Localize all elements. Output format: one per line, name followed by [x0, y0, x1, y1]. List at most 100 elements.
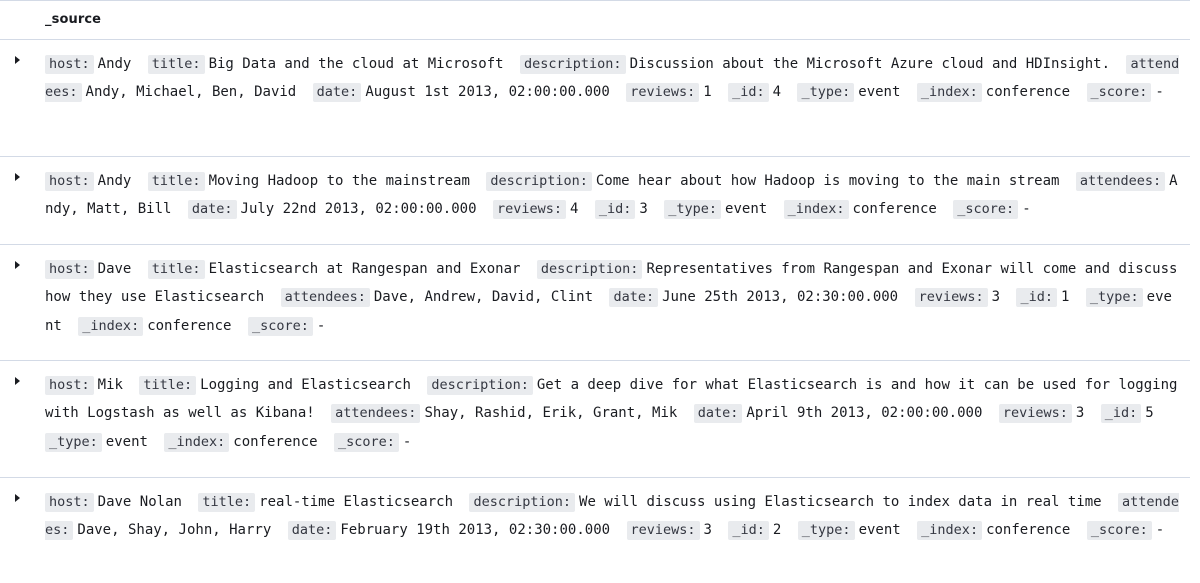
field-key: host: — [45, 260, 94, 279]
source-field: _type: event — [664, 200, 775, 220]
field-value: conference — [147, 317, 232, 334]
source-field: reviews: 3 — [998, 404, 1092, 424]
field-value: Discussion about the Microsoft Azure clo… — [629, 56, 1111, 72]
field-value: July 22nd 2013, 02:00:00.000 — [240, 201, 477, 218]
field-value: 1 — [1060, 289, 1070, 306]
field-key: _index: — [917, 521, 983, 541]
field-value: 1 — [703, 84, 712, 101]
field-key: _score: — [247, 316, 313, 336]
field-value: Shay, Rashid, Erik, Grant, Mik — [424, 405, 678, 422]
field-key: _score: — [1086, 521, 1152, 541]
source-field: _index: conference — [916, 83, 1078, 103]
field-value: 3 — [639, 201, 648, 218]
table-row: host: Dave Nolan title: real-time Elastics… — [0, 478, 1190, 583]
source-field: _score: - — [953, 200, 1038, 220]
field-value: Dave Nolan — [97, 494, 182, 510]
source-field: attendees: Dave, Andrew, David, Clint — [280, 288, 601, 308]
field-value: Big Data and the cloud at Microsoft — [208, 56, 504, 72]
field-key: date: — [187, 200, 237, 220]
field-key: date: — [609, 288, 659, 308]
field-key: host: — [45, 55, 94, 74]
expand-row-icon[interactable] — [12, 172, 24, 184]
field-key: host: — [45, 376, 94, 395]
source-field: _index: conference — [783, 200, 945, 220]
field-value: - — [402, 433, 412, 450]
field-key: _type: — [45, 432, 102, 452]
source-field: attendees: Shay, Rashid, Erik, Grant, Mik — [331, 404, 685, 424]
field-key: _id: — [728, 83, 769, 103]
expand-row-icon[interactable] — [12, 493, 24, 505]
field-value: 3 — [991, 289, 1001, 306]
source-field: description: Discussion about the Microso… — [520, 55, 1118, 74]
field-key: date: — [693, 404, 743, 424]
field-value: Andy, Michael, Ben, David — [85, 84, 297, 101]
field-value: Moving Hadoop to the mainstream — [208, 173, 470, 189]
source-field: _id: 5 — [1100, 404, 1162, 424]
field-value: Logging and Elasticsearch — [200, 377, 411, 393]
document-source: host: Mik title: Logging and Elasticsearch… — [45, 371, 1180, 456]
source-field: host: Andy — [45, 55, 139, 74]
table-row: host: Mik title: Logging and Elasticsearch… — [0, 361, 1190, 478]
field-value: conference — [233, 433, 318, 450]
field-value: August 1st 2013, 02:00:00.000 — [365, 84, 610, 101]
field-key: _index: — [783, 200, 849, 220]
field-key: attendees: — [280, 288, 370, 308]
field-value: event — [858, 84, 901, 101]
field-value: Dave — [97, 261, 132, 277]
field-key: _type: — [797, 521, 855, 541]
field-value: June 25th 2013, 02:30:00.000 — [662, 289, 899, 306]
field-key: reviews: — [626, 83, 700, 103]
source-field: date: June 25th 2013, 02:30:00.000 — [609, 288, 906, 308]
field-key: description: — [427, 376, 533, 395]
field-value: 2 — [772, 522, 782, 539]
field-value: 4 — [772, 84, 782, 101]
document-source: host: Dave Nolan title: real-time Elastics… — [45, 488, 1180, 545]
field-key: _index: — [78, 316, 144, 336]
source-field: _index: conference — [917, 521, 1078, 541]
field-value: 4 — [570, 201, 579, 218]
expand-row-icon[interactable] — [12, 376, 24, 388]
source-field: title: Elasticsearch at Rangespan and Exo… — [147, 260, 529, 279]
source-field: _id: 3 — [594, 200, 656, 220]
field-key: description: — [520, 55, 626, 74]
table-row: host: Andy title: Moving Hadoop to the mai… — [0, 157, 1190, 245]
document-source: host: Dave title: Elasticsearch at Rangesp… — [45, 255, 1180, 340]
source-field: _score: - — [1086, 521, 1172, 541]
source-field: date: August 1st 2013, 02:00:00.000 — [312, 83, 618, 103]
field-value: real-time Elasticsearch — [259, 494, 454, 510]
field-key: host: — [45, 172, 94, 191]
field-key: description: — [469, 493, 576, 512]
field-key: attendees: — [331, 404, 421, 424]
field-value: Elasticsearch at Rangespan and Exonar — [208, 261, 521, 277]
field-value: 3 — [1075, 405, 1085, 422]
source-field: description: We will discuss using Elasti… — [469, 493, 1109, 512]
source-field: _id: 2 — [728, 521, 789, 541]
field-value: event — [105, 433, 148, 450]
source-field: reviews: 3 — [914, 288, 1008, 308]
source-column-header[interactable]: _source — [45, 12, 101, 27]
source-field: _type: event — [797, 521, 909, 541]
source-field: date: February 19th 2013, 02:30:00.000 — [287, 521, 618, 541]
expand-row-icon[interactable] — [12, 55, 24, 67]
source-field: date: April 9th 2013, 02:00:00.000 — [693, 404, 991, 424]
document-source: host: Andy title: Moving Hadoop to the mai… — [45, 167, 1180, 224]
field-key: attendees: — [1075, 172, 1166, 191]
field-value: event — [858, 522, 901, 539]
field-key: host: — [45, 493, 94, 512]
field-key: _type: — [1085, 288, 1143, 308]
expand-row-icon[interactable] — [12, 260, 24, 272]
field-value: Dave, Shay, John, Harry — [77, 522, 272, 539]
field-key: reviews: — [998, 404, 1072, 424]
field-value: 5 — [1145, 405, 1154, 422]
field-value: - — [1022, 201, 1031, 218]
source-field: _id: 4 — [728, 83, 789, 103]
field-key: _id: — [1100, 404, 1142, 424]
field-key: _score: — [334, 432, 399, 452]
table-row: host: Dave title: Elasticsearch at Rangesp… — [0, 245, 1190, 361]
source-field: title: real-time Elasticsearch — [198, 493, 461, 512]
field-key: _id: — [1016, 288, 1057, 308]
field-value: Come hear about how Hadoop is moving to … — [595, 173, 1060, 189]
source-field: _id: 1 — [1016, 288, 1077, 308]
table-row: host: Andy title: Big Data and the cloud a… — [0, 40, 1190, 157]
field-key: title: — [147, 55, 205, 74]
